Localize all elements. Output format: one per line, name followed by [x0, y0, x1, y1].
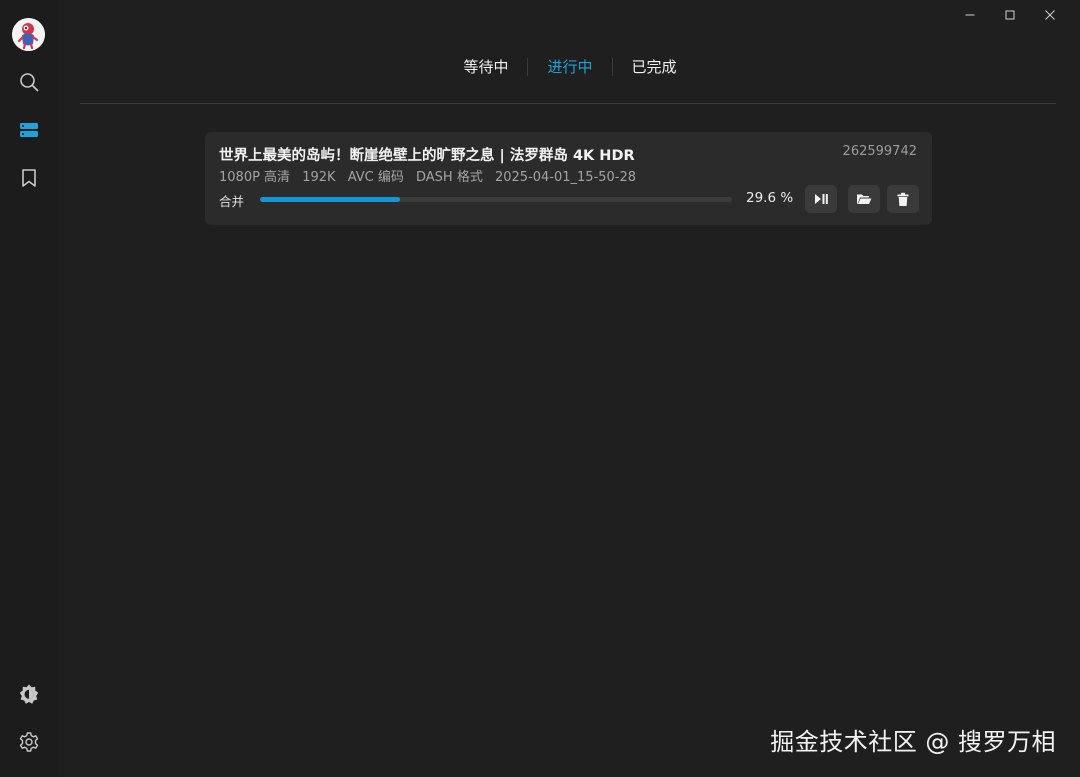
tab-in-progress[interactable]: 进行中 — [528, 53, 611, 81]
close-button[interactable] — [1030, 4, 1070, 26]
folder-open-icon — [857, 194, 872, 204]
task-codec: AVC 编码 — [347, 170, 404, 185]
avatar-mascot-icon — [12, 18, 45, 51]
avatar[interactable] — [12, 18, 45, 51]
maximize-icon — [1005, 10, 1015, 20]
search-icon — [20, 73, 39, 92]
play-pause-icon — [815, 194, 828, 204]
sidebar-item-bookmarks[interactable] — [14, 163, 44, 193]
maximize-button[interactable] — [990, 4, 1030, 26]
open-folder-button[interactable] — [848, 185, 880, 213]
download-list-icon — [20, 123, 38, 137]
pause-resume-button[interactable] — [805, 185, 837, 213]
task-resolution: 1080P 高清 — [219, 170, 291, 185]
download-task-card: 世界上最美的岛屿！断崖绝壁上的旷野之息 | 法罗群岛 4K HDR 262599… — [205, 132, 932, 225]
task-bitrate: 192K — [302, 170, 336, 185]
delete-button[interactable] — [887, 185, 919, 213]
tabs-divider — [80, 103, 1056, 104]
task-id: 262599742 — [842, 144, 917, 159]
tab-waiting[interactable]: 等待中 — [444, 53, 527, 81]
task-timestamp: 2025-04-01_15-50-28 — [494, 170, 637, 185]
minimize-icon — [965, 14, 975, 16]
sidebar-item-search[interactable] — [14, 67, 44, 97]
sidebar-item-theme[interactable] — [14, 679, 44, 709]
status-tabs: 等待中 进行中 已完成 — [440, 52, 700, 82]
sidebar-item-settings[interactable] — [14, 727, 44, 757]
task-format: DASH 格式 — [416, 170, 483, 185]
sidebar-item-downloads[interactable] — [14, 115, 44, 145]
minimize-button[interactable] — [950, 4, 990, 26]
watermark: 掘金技术社区 @ 搜罗万相 — [770, 728, 1056, 756]
trash-icon — [897, 192, 909, 206]
settings-icon — [19, 732, 39, 752]
task-status: 合并 — [219, 194, 245, 209]
window-controls — [950, 4, 1070, 26]
bookmark-icon — [22, 169, 36, 187]
theme-icon — [19, 684, 39, 704]
tab-completed[interactable]: 已完成 — [613, 53, 696, 81]
close-icon — [1045, 10, 1055, 20]
progress-percent: 29.6 % — [746, 190, 794, 206]
progress-fill — [260, 197, 400, 202]
task-title: 世界上最美的岛屿！断崖绝壁上的旷野之息 | 法罗群岛 4K HDR — [219, 148, 635, 164]
progress-bar — [260, 197, 732, 202]
sidebar — [0, 0, 58, 777]
task-meta: 1080P 高清 192K AVC 编码 DASH 格式 2025-04-01_… — [219, 166, 644, 185]
